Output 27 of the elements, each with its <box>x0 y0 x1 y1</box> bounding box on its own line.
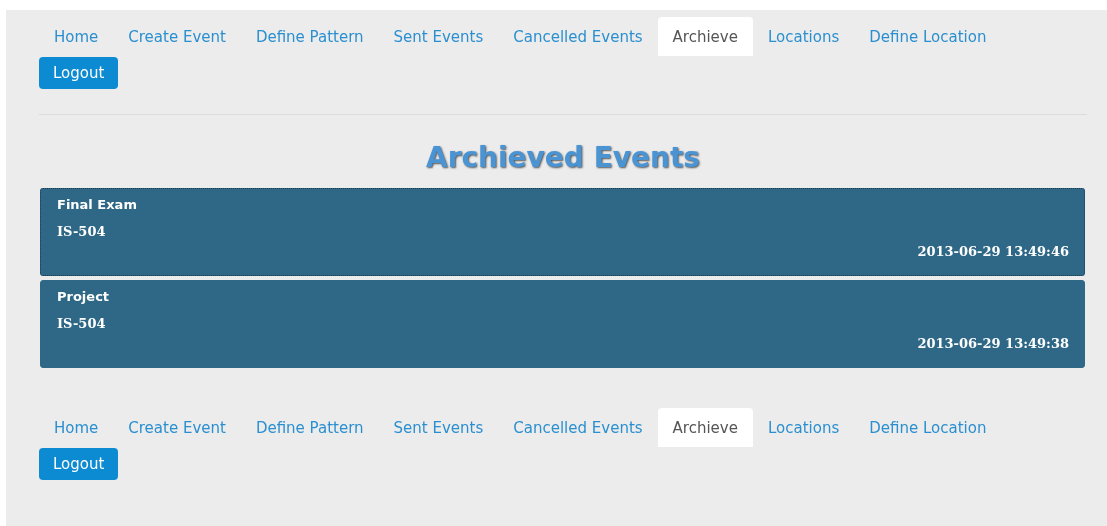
nav-tab[interactable]: Locations <box>752 408 855 447</box>
nav-tab[interactable]: Cancelled Events <box>498 408 658 447</box>
event-name: Project <box>57 289 111 306</box>
nav-tab[interactable]: Sent Events <box>378 408 499 447</box>
event-timestamp: 2013-06-29 13:49:46 <box>916 244 1069 259</box>
event-card[interactable]: Project IS-504 2013-06-29 13:49:38 <box>40 280 1085 368</box>
nav-tab[interactable]: Create Event <box>113 17 241 56</box>
logout-button[interactable]: Logout <box>39 57 119 89</box>
nav-tab[interactable]: Cancelled Events <box>498 17 658 56</box>
nav-tab[interactable]: Home <box>39 408 114 447</box>
page-title: Archieved Events <box>425 144 701 172</box>
nav-tab[interactable]: Archieve <box>657 17 753 56</box>
nav-tab[interactable]: Home <box>39 17 114 56</box>
nav-tab[interactable]: Define Location <box>854 17 1002 56</box>
event-course: IS-504 <box>57 316 107 333</box>
event-course: IS-504 <box>57 224 107 241</box>
logout-button[interactable]: Logout <box>39 448 119 480</box>
nav-tab[interactable]: Archieve <box>657 408 753 447</box>
nav-tab[interactable]: Locations <box>752 17 855 56</box>
nav-tab[interactable]: Define Pattern <box>240 408 379 447</box>
nav-tab[interactable]: Sent Events <box>378 17 499 56</box>
event-timestamp: 2013-06-29 13:49:38 <box>916 336 1069 351</box>
event-card[interactable]: Final Exam IS-504 2013-06-29 13:49:46 <box>40 188 1085 276</box>
nav-tab[interactable]: Define Location <box>854 408 1002 447</box>
nav-tab[interactable]: Create Event <box>113 408 241 447</box>
event-name: Final Exam <box>57 197 138 214</box>
nav-tab[interactable]: Define Pattern <box>240 17 379 56</box>
